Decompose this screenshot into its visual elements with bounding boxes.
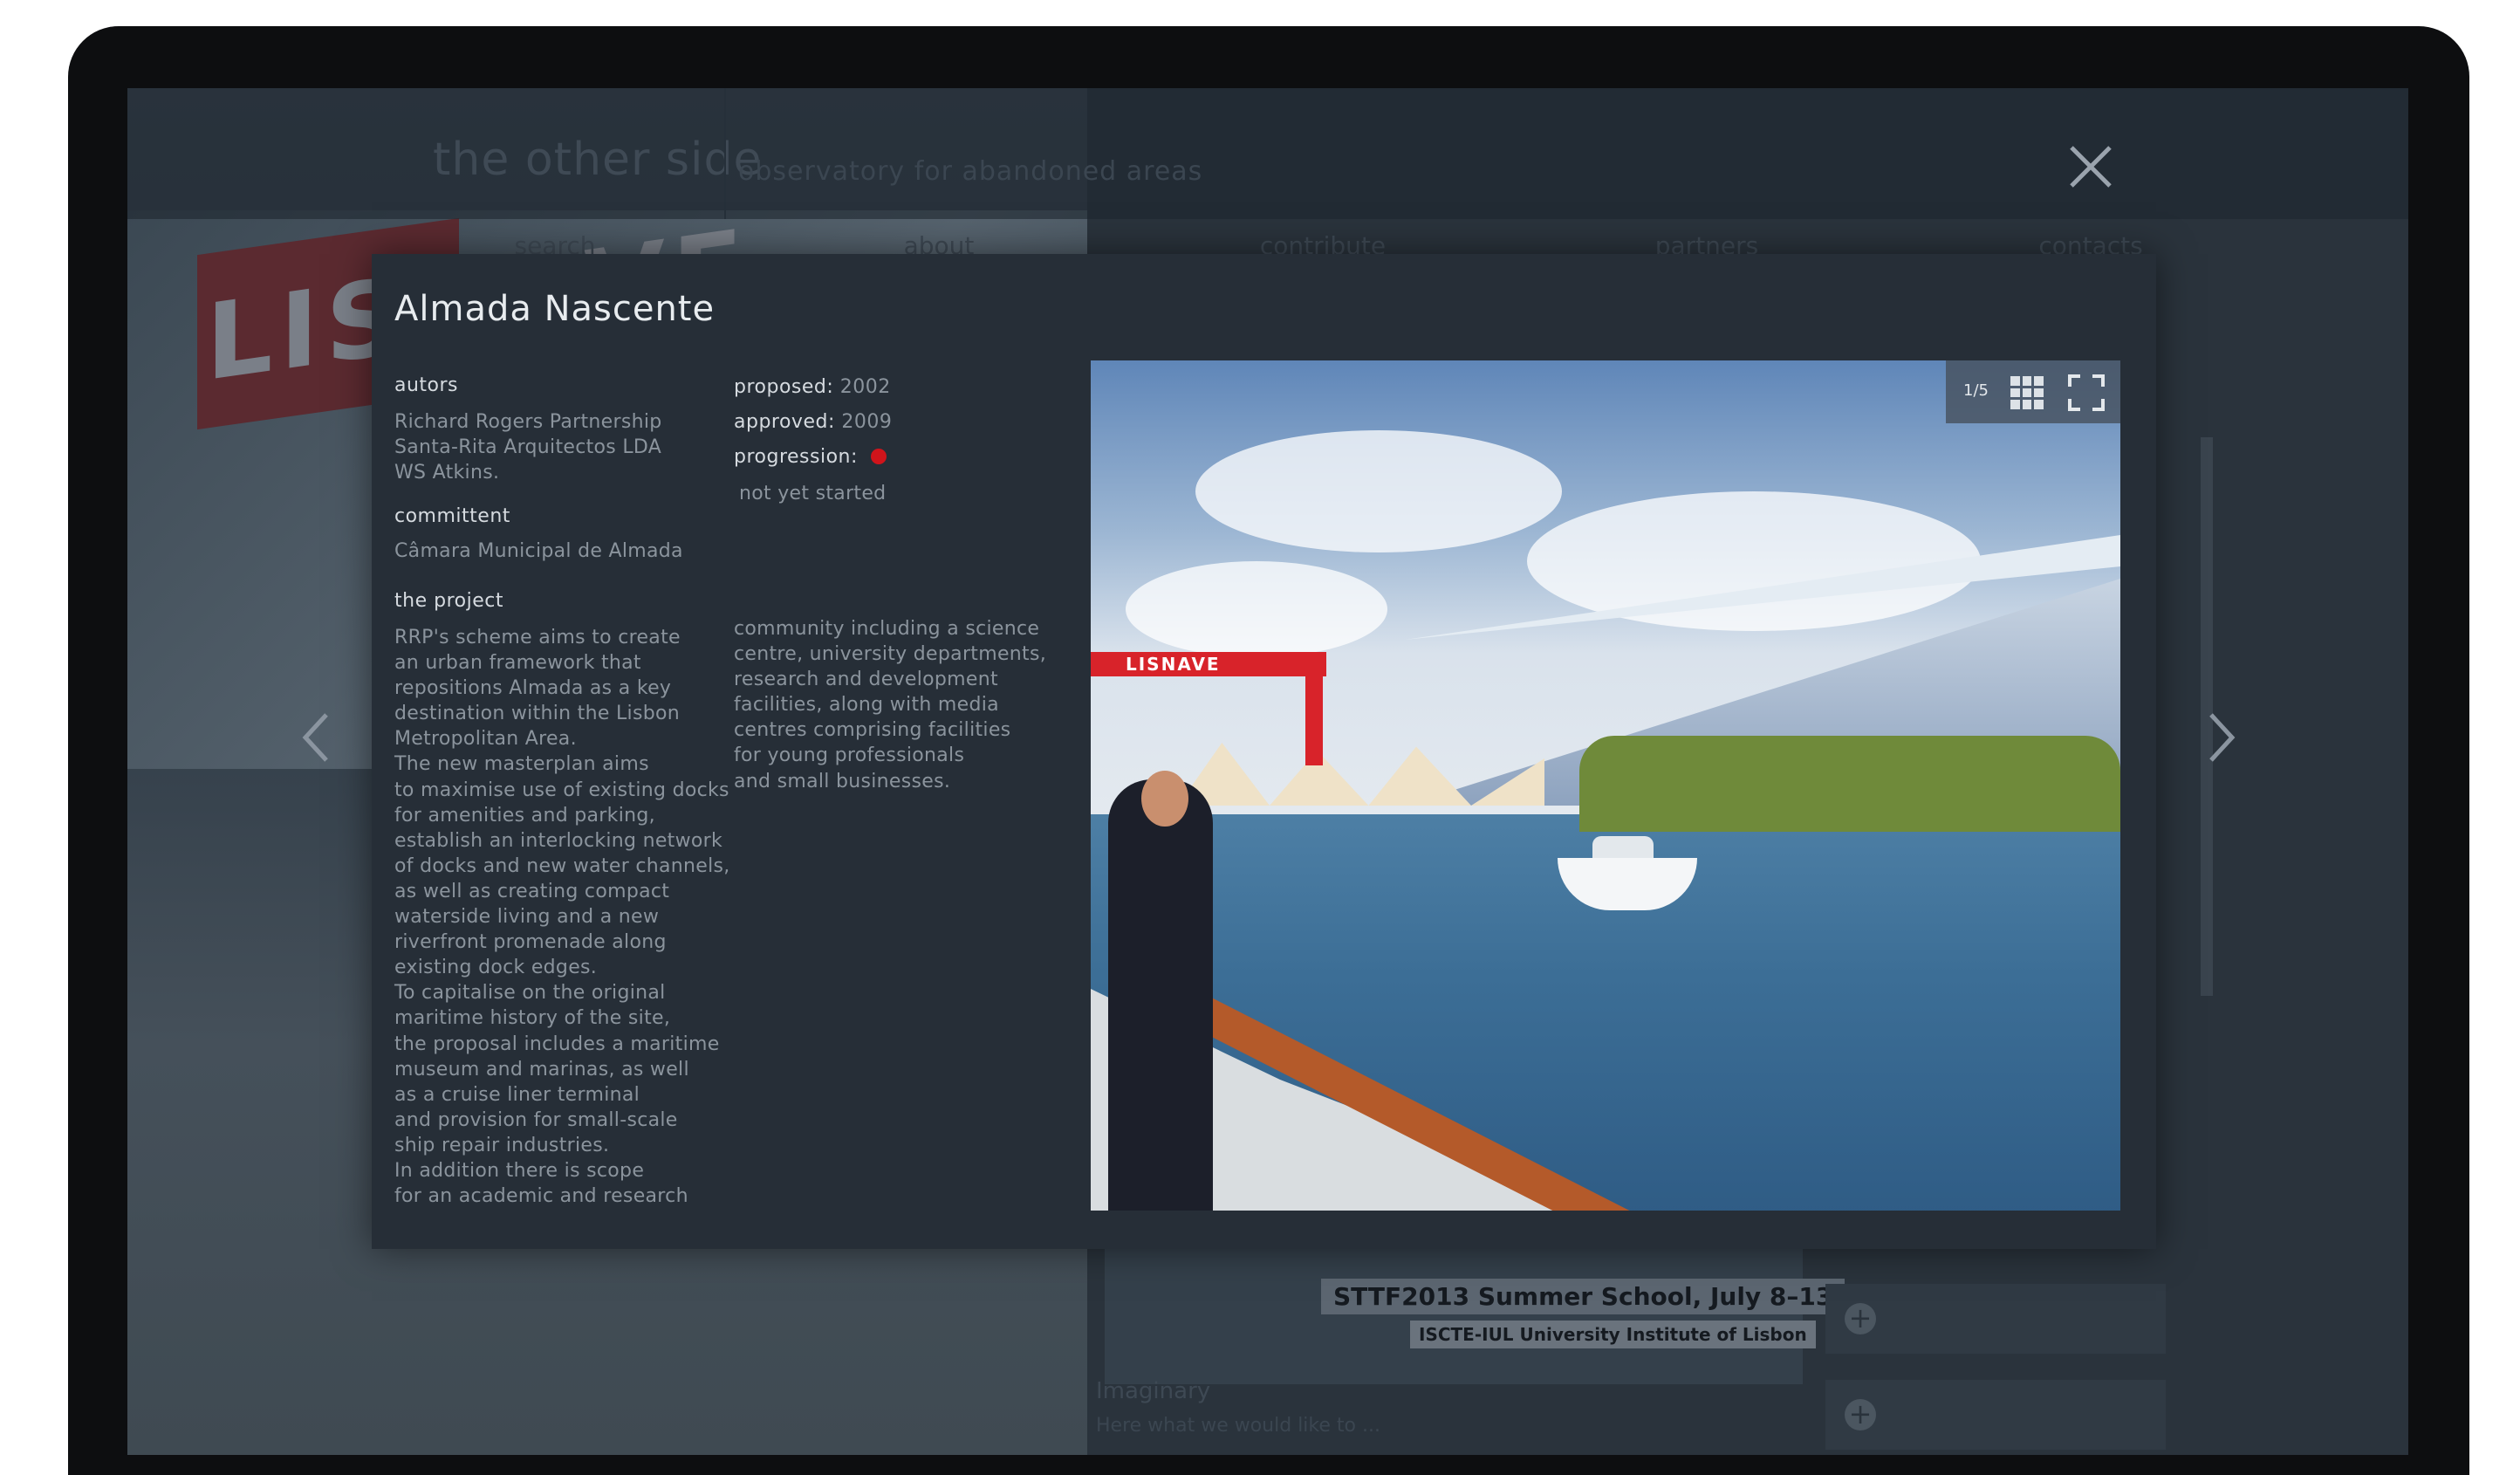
chevron-right-icon[interactable] [2204,710,2239,765]
event-card[interactable] [1105,1249,1803,1384]
chevron-left-icon[interactable] [298,710,333,765]
project-modal: Almada Nascente autors Richard Rogers Pa… [372,254,2156,1249]
image-trees [1579,736,2120,832]
imaginary-heading: Imaginary [1096,1378,1211,1404]
committent-label: committent [394,505,510,527]
image-cloud [1126,561,1387,657]
image-cloud [1527,491,1981,631]
progression-row: progression: [734,446,887,468]
image-gantry-sign: LISNAVE [1126,654,1221,675]
plus-icon[interactable]: + [1845,1399,1876,1430]
site-brand[interactable]: the other side [433,134,762,186]
progression-status: not yet started [739,483,887,504]
event-card-title: STTF2013 Summer School, July 8–13 [1321,1279,1845,1314]
expand-row[interactable]: + [1825,1284,2166,1354]
proposed-row: proposed: 2002 [734,376,891,398]
close-icon[interactable] [2065,141,2117,193]
proposed-label: proposed: [734,376,834,398]
autor-item: WS Atkins. [394,462,500,484]
expand-row[interactable]: + [1825,1380,2166,1450]
image-cloud [1195,430,1562,552]
gallery-counter: 1/5 [1963,381,1989,400]
project-text-col1: RRP's scheme aims to create an urban fra… [394,627,730,1208]
autor-item: Richard Rogers Partnership [394,411,662,433]
imaginary-text: Here what we would like to ... [1096,1415,1380,1437]
site-tagline: observatory for abandoned areas [738,156,1203,187]
approved-value: 2009 [841,411,893,433]
approved-row: approved: 2009 [734,411,892,433]
project-image[interactable]: LISNAVE 1/5 [1091,360,2120,1211]
project-text-col2: community including a science centre, un… [734,618,1047,792]
progression-status-dot [871,449,887,464]
gallery-toolbar: 1/5 [1946,360,2120,423]
image-gantry-leg [1305,652,1323,765]
autors-label: autors [394,374,459,396]
approved-label: approved: [734,411,835,433]
progression-label: progression: [734,446,858,468]
committent-value: Câmara Municipal de Almada [394,540,683,562]
proposed-value: 2002 [839,376,891,398]
grid-icon[interactable] [2010,376,2044,409]
event-card-subtitle: ISCTE-IUL University Institute of Lisbon [1410,1321,1816,1348]
project-label: the project [394,590,503,612]
image-person [1108,779,1213,1211]
image-person-head [1141,771,1188,827]
autor-item: Santa-Rita Arquitectos LDA [394,436,662,458]
screen: LISNAVE the other side observatory for a… [127,88,2408,1455]
fullscreen-icon[interactable] [2068,374,2105,411]
plus-icon[interactable]: + [1845,1303,1876,1334]
header-divider [724,88,726,219]
project-title: Almada Nascente [394,289,716,329]
